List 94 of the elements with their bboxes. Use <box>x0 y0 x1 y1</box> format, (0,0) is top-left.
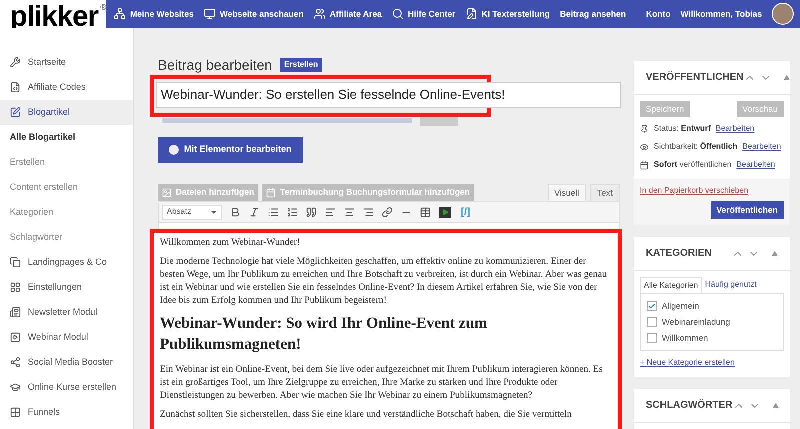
elementor-button[interactable]: Mit Elementor bearbeiten <box>158 137 303 163</box>
panel-title: SCHLAGWÖRTER <box>646 398 733 414</box>
menu-icon <box>10 257 21 268</box>
sidebar-item[interactable]: Content erstellen <box>0 175 133 200</box>
top-nav-link[interactable]: Webseite anschauen <box>204 8 304 20</box>
collapse-icon[interactable] <box>784 74 790 80</box>
add-category-link[interactable]: + Neue Kategorie erstellen <box>640 357 784 370</box>
italic-icon[interactable] <box>249 206 260 218</box>
category-checkbox[interactable] <box>647 332 657 343</box>
align-left-icon[interactable] <box>325 206 336 218</box>
category-label: Allgemein <box>662 300 700 313</box>
sidebar-item[interactable]: Online Kurse erstellen <box>0 375 133 400</box>
publish-info: Status: Entwurf <box>654 123 711 135</box>
align-right-icon[interactable] <box>363 206 374 218</box>
category-checkbox[interactable] <box>647 301 657 312</box>
edit-link[interactable]: Bearbeiten <box>736 159 776 171</box>
button-icon <box>266 188 276 198</box>
publish-button[interactable]: Veröffentlichen <box>710 201 784 219</box>
sidebar-item[interactable]: Newsletter Modul <box>0 300 133 325</box>
format-select[interactable]: Absatz <box>162 204 222 220</box>
publish-info: Sichtbarkeit: Öffentlich <box>654 141 738 153</box>
menu-icon <box>10 107 21 118</box>
panel-title: KATEGORIEN <box>646 247 712 261</box>
trash-link[interactable]: In den Papierkorb verschieben <box>640 185 784 197</box>
top-nav-link[interactable]: Hilfe Center <box>392 8 456 20</box>
menu-icon <box>10 382 21 393</box>
status-icon <box>640 160 649 170</box>
sidebar-item[interactable]: Startseite <box>0 50 133 75</box>
sidebar-item[interactable]: Alle Blogartikel <box>0 125 133 150</box>
link-icon[interactable] <box>382 206 393 218</box>
numbered-list-icon[interactable] <box>287 206 298 218</box>
button-icon <box>162 188 172 198</box>
category-label: Webinareinladung <box>662 316 730 328</box>
bold-icon[interactable] <box>230 206 241 218</box>
content-paragraph: Ein Webinar ist ein Online-Event, bei dem Sie live oder aufgezeichnet mit Ihrem Publikum interagieren können. Es ist ein großartiges Tool, um Ihre Zielgruppe zu erreichen, Ihre Marke zu stärken und Ihre Produkte oder Dienstleistungen zu bewerben. Aber wie machen Sie Ihr Webinar zu einem Publikumsmagneten? <box>160 363 604 402</box>
table-icon[interactable] <box>420 206 431 218</box>
content-paragraph: Willkommen zum Webinar-Wunder! <box>160 236 302 249</box>
logo[interactable]: plikker <box>10 2 98 32</box>
publish-info: Sofort veröffentlichen <box>654 159 732 171</box>
menu-icon <box>10 57 21 68</box>
menu-icon <box>10 332 21 343</box>
collapse-icon[interactable] <box>772 402 779 409</box>
nav-icon <box>314 8 326 20</box>
quote-icon[interactable] <box>306 206 317 218</box>
registered-mark: ® <box>100 2 106 14</box>
sidebar-item[interactable]: Webinar Modul <box>0 325 133 350</box>
align-center-icon[interactable] <box>344 206 355 218</box>
menu-icon <box>10 307 21 318</box>
category-tab[interactable]: Alle Kategorien <box>640 277 702 293</box>
menu-icon <box>10 357 21 368</box>
status-icon <box>640 124 649 134</box>
top-nav-link[interactable]: Affiliate Area <box>314 8 382 20</box>
menu-icon <box>10 407 21 418</box>
nav-icon <box>466 8 478 20</box>
sidebar-item[interactable]: Affiliate Codes <box>0 75 133 100</box>
category-tab[interactable]: Häufig genutzt <box>702 277 760 293</box>
sidebar-item[interactable]: Funnels <box>0 400 133 425</box>
category-checkbox[interactable] <box>647 317 657 328</box>
create-badge[interactable]: Erstellen <box>280 58 322 72</box>
sidebar-item[interactable]: Blogartikel <box>0 100 133 125</box>
media-player-icon[interactable] <box>439 206 451 218</box>
edit-link[interactable]: Bearbeiten <box>716 123 755 135</box>
top-nav-link[interactable]: KI Texterstellung <box>466 8 550 20</box>
dropdown-arrow-icon <box>211 210 217 214</box>
welcome-text: Willkommen, Tobias <box>680 8 762 20</box>
category-label: Willkommen <box>662 332 708 344</box>
sidebar-item[interactable]: Landingpages & Co <box>0 250 133 275</box>
sidebar-item[interactable]: Social Media Booster <box>0 350 133 375</box>
editor-tab[interactable]: Text <box>590 184 620 201</box>
elementor-icon <box>169 145 180 155</box>
content-paragraph: Zunächst sollten Sie sicherstellen, dass Sie eine klare und verständliche Botschaft haben, die Sie vermitteln <box>160 408 573 421</box>
collapse-icon[interactable] <box>772 250 778 256</box>
top-nav-link[interactable]: Meine Websites <box>114 8 194 20</box>
title-field[interactable]: Webinar-Wunder: So erstellen Sie fesselnde Online-Events! <box>156 82 621 108</box>
content-paragraph: Die moderne Technologie hat viele Möglichkeiten geschaffen, um effektiv online zu kommunizieren. Einer der besten Wege, um Ihr Publikum zu erreichen und Ihre Botschaft zu verbreiten, ist durch ein Webinar. Aber was genau ist ein Webinar und wie erstellen Sie ein fesselndes Online-Event? In diesem Artikel erfahren Sie, wie Sie von der Idee bis zum Erfolg kommen und Ihr Publikum begeistern! <box>160 255 608 307</box>
status-icon <box>640 142 649 152</box>
editor-tab[interactable]: Visuell <box>548 184 586 201</box>
page-heading: Beitrag bearbeiten <box>158 56 272 75</box>
top-nav-link[interactable]: Beitrag ansehen <box>560 8 626 20</box>
sidebar-item[interactable]: Schlagwörter <box>0 225 133 250</box>
sidebar-item[interactable]: Einstellungen <box>0 275 133 300</box>
sidebar-item[interactable]: Kategorien <box>0 200 133 225</box>
panel-title: VERÖFFENTLICHEN <box>646 70 744 85</box>
account-link[interactable]: Konto <box>646 8 671 20</box>
avatar[interactable] <box>772 3 794 25</box>
menu-icon <box>10 82 21 93</box>
nav-icon <box>114 8 126 20</box>
edit-link[interactable]: Bearbeiten <box>742 141 782 153</box>
sidebar-item[interactable]: Erstellen <box>0 150 133 175</box>
nav-icon <box>204 8 216 20</box>
nav-icon <box>392 8 404 20</box>
content-heading: Webinar-Wunder: So wird Ihr Online-Event zum Publikumsmagneten! <box>160 314 488 355</box>
bullet-list-icon[interactable] <box>268 206 279 218</box>
menu-icon <box>10 282 21 293</box>
